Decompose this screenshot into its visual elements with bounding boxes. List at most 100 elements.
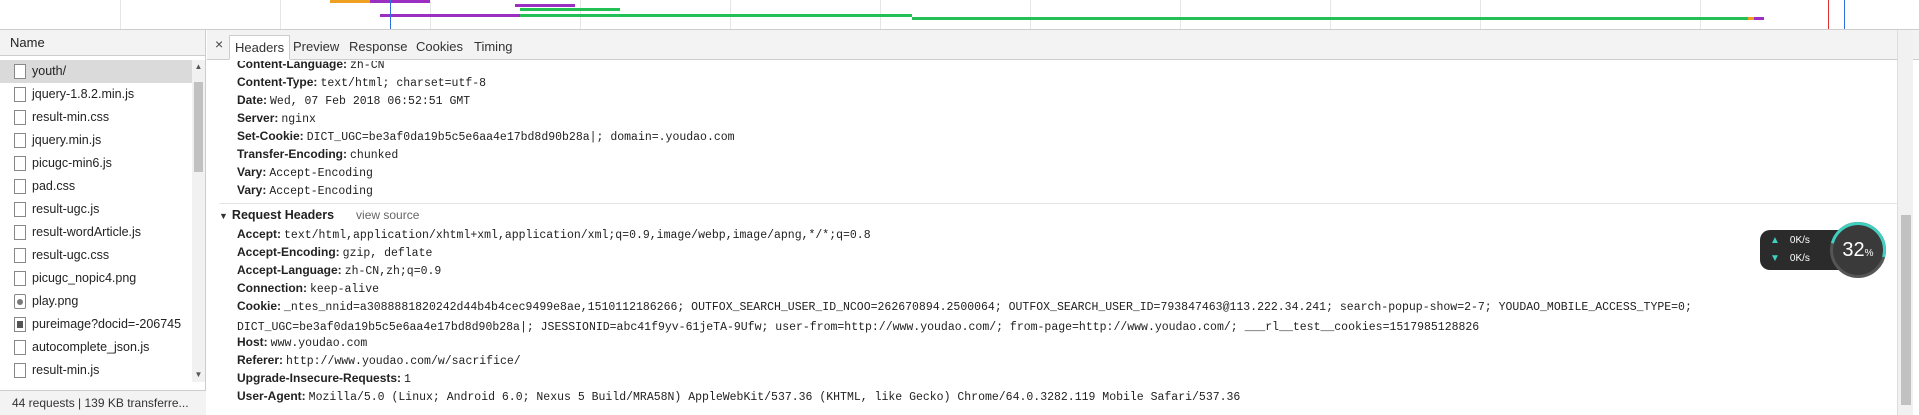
header-row: Connection: keep-alive — [237, 279, 1897, 297]
request-item[interactable]: result-wordArticle.js — [0, 221, 192, 244]
timeline-gridline — [1330, 0, 1331, 29]
header-value: zh-CN — [350, 61, 385, 72]
section-title: Request Headers — [231, 208, 335, 222]
request-item[interactable]: autocomplete_json.js — [0, 336, 192, 359]
timeline-bar — [1754, 17, 1764, 20]
header-value: http://www.youdao.com/w/sacrifice/ — [286, 355, 521, 368]
scrollbar-thumb[interactable] — [1901, 215, 1911, 405]
header-row: Content-Type: text/html; charset=utf-8 — [237, 73, 1897, 91]
header-value: zh-CN,zh;q=0.9 — [344, 265, 442, 278]
request-item[interactable]: picugc_nopic4.png — [0, 267, 192, 290]
document-icon — [14, 87, 26, 102]
request-name: pad.css — [32, 179, 76, 193]
request-sidebar: Name youth/ jquery-1.8.2.min.js result-m… — [0, 30, 206, 415]
header-key: Vary: — [237, 183, 267, 197]
request-name: jquery.min.js — [32, 133, 102, 147]
request-item[interactable]: pureimage?docid=-206745 — [0, 313, 192, 336]
header-key: Accept-Language: — [237, 263, 342, 277]
details-tab-bar: × Headers Preview Response Cookies Timin… — [207, 30, 1919, 60]
timeline-bar — [380, 14, 520, 17]
request-item[interactable]: picugc-min6.js — [0, 152, 192, 175]
tab-headers[interactable]: Headers — [229, 35, 291, 60]
header-value: 1 — [404, 373, 411, 386]
up-arrow-icon: ▲ — [1770, 235, 1780, 246]
request-item[interactable]: jquery.min.js — [0, 129, 192, 152]
timeline-bar — [515, 4, 575, 7]
request-item[interactable]: pad.css — [0, 175, 192, 198]
timeline-gridline — [120, 0, 121, 29]
header-key: Content-Language: — [237, 61, 347, 71]
header-value: Accept-Encoding — [269, 167, 373, 180]
request-item[interactable]: result-ugc.css — [0, 244, 192, 267]
scroll-up-arrow-icon[interactable]: ▲ — [194, 62, 203, 72]
request-headers-section[interactable]: ▼ Request Headers view source — [219, 203, 1897, 225]
header-key: Cookie: — [237, 299, 282, 313]
timeline-bar — [370, 0, 430, 3]
details-panel: × Headers Preview Response Cookies Timin… — [207, 30, 1919, 415]
request-name: jquery-1.8.2.min.js — [32, 87, 135, 101]
header-row: Transfer-Encoding: chunked — [237, 145, 1897, 163]
request-item[interactable]: jquery-1.8.2.min.js — [0, 83, 192, 106]
header-row: Accept-Language: zh-CN,zh;q=0.9 — [237, 261, 1897, 279]
details-scrollbar[interactable] — [1897, 30, 1913, 415]
header-row: Referer: http://www.youdao.com/w/sacrific… — [237, 351, 1897, 369]
header-key: Content-Type: — [237, 75, 318, 89]
document-icon — [14, 248, 26, 263]
header-key: Server: — [237, 111, 279, 125]
header-key: Transfer-Encoding: — [237, 147, 348, 161]
header-key: Connection: — [237, 281, 307, 295]
request-summary-status: 44 requests | 139 KB transferre... — [0, 390, 206, 415]
download-speed-value: 0K/s — [1789, 253, 1810, 264]
tab-preview[interactable]: Preview — [288, 35, 344, 60]
network-speed-widget[interactable]: ▲ 0K/s ▼ 0K/s 32% — [1760, 211, 1897, 289]
timeline-bar — [520, 8, 620, 11]
request-list-scrollbar[interactable]: ▲ ▼ — [192, 60, 205, 382]
header-row: User-Agent: Mozilla/5.0 (Linux; Android 6… — [237, 387, 1897, 405]
expand-triangle-icon[interactable]: ▼ — [219, 205, 228, 227]
header-row: Content-Language: zh-CN — [237, 61, 1897, 73]
header-row: Accept: text/html,application/xhtml+xml,a… — [237, 225, 1897, 243]
headers-content: Content-Language: zh-CN Content-Type: text… — [207, 61, 1897, 415]
document-icon — [14, 340, 26, 355]
header-key: Date: — [237, 93, 268, 107]
network-timeline[interactable] — [0, 0, 1919, 30]
header-key: Upgrade-Insecure-Requests: — [237, 371, 402, 385]
header-value: Wed, 07 Feb 2018 06:52:51 GMT — [270, 95, 471, 108]
request-name: autocomplete_json.js — [32, 340, 150, 354]
usage-percent-circle[interactable]: 32% — [1819, 211, 1897, 289]
header-value: Accept-Encoding — [269, 185, 373, 198]
header-key: Host: — [237, 335, 268, 349]
close-icon[interactable]: × — [215, 36, 223, 52]
request-item[interactable]: result-ugc.js — [0, 198, 192, 221]
view-source-link[interactable]: view source — [356, 208, 419, 222]
timeline-gridline — [1700, 0, 1701, 29]
timeline-bar — [330, 0, 370, 3]
scroll-down-arrow-icon[interactable]: ▼ — [194, 370, 203, 380]
scrollbar-thumb[interactable] — [194, 82, 203, 172]
header-row: Server: nginx — [237, 109, 1897, 127]
request-item[interactable]: youth/ — [0, 60, 192, 83]
document-icon — [14, 133, 26, 148]
document-icon — [14, 179, 26, 194]
request-name: youth/ — [32, 64, 67, 78]
request-item[interactable]: result-min.css — [0, 106, 192, 129]
header-key: Accept-Encoding: — [237, 245, 340, 259]
tab-response[interactable]: Response — [344, 35, 413, 60]
document-icon — [14, 156, 26, 171]
header-value: Mozilla/5.0 (Linux; Android 6.0; Nexus 5… — [308, 391, 1241, 404]
request-item[interactable]: result-min.js — [0, 359, 192, 382]
tab-cookies[interactable]: Cookies — [411, 35, 468, 60]
header-value: gzip, deflate — [342, 247, 433, 260]
image-icon — [14, 294, 26, 309]
load-event-line — [1828, 0, 1829, 29]
header-value: DICT_UGC=be3af0da19b5c5e6aa4e17bd8d90b28… — [306, 131, 735, 144]
header-value: www.youdao.com — [270, 337, 368, 350]
request-name: play.png — [32, 294, 79, 308]
header-value: text/html; charset=utf-8 — [320, 77, 487, 90]
timeline-gridline — [1480, 0, 1481, 29]
header-row: Date: Wed, 07 Feb 2018 06:52:51 GMT — [237, 91, 1897, 109]
request-item[interactable]: play.png — [0, 290, 192, 313]
tab-timing[interactable]: Timing — [469, 35, 518, 60]
timeline-gridline — [1030, 0, 1031, 29]
name-column-header[interactable]: Name — [0, 30, 205, 56]
